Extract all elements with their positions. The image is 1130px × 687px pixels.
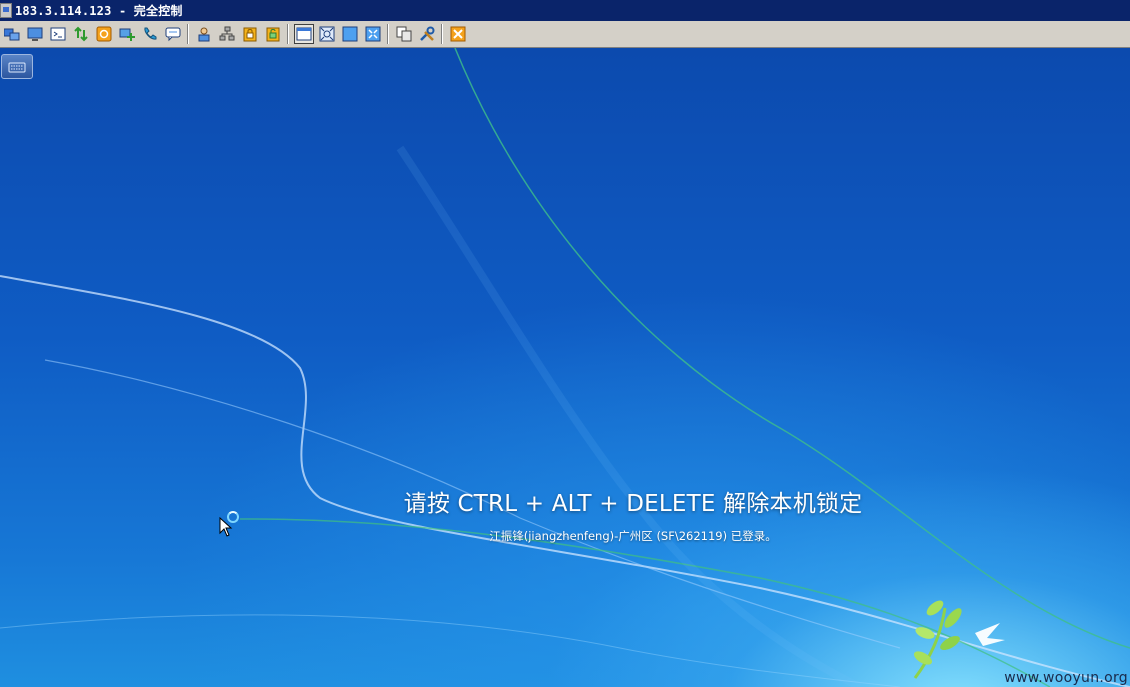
screen-icon[interactable] — [25, 24, 45, 44]
window-title: 183.3.114.123 - 完全控制 — [15, 4, 183, 18]
computers-icon[interactable] — [2, 24, 22, 44]
lock-message: 请按 CTRL + ALT + DELETE 解除本机锁定 — [0, 484, 1130, 518]
title-bar[interactable]: 183.3.114.123 - 完全控制 — [0, 0, 1130, 21]
toolbar-separator — [287, 24, 289, 44]
keyboard-icon — [8, 62, 26, 72]
watermark: www.wooyun.org — [1004, 670, 1128, 686]
copy-icon[interactable] — [394, 24, 414, 44]
power-icon[interactable] — [94, 24, 114, 44]
toolbar-separator — [387, 24, 389, 44]
user-upload-icon[interactable] — [194, 24, 214, 44]
add-remote-icon[interactable] — [117, 24, 137, 44]
bird-branch-logo — [913, 600, 1005, 679]
toolbar-separator — [441, 24, 443, 44]
toolbar — [0, 21, 1130, 48]
network-icon[interactable] — [217, 24, 237, 44]
terminal-icon[interactable] — [48, 24, 68, 44]
lock-icon[interactable] — [240, 24, 260, 44]
toolbar-separator — [187, 24, 189, 44]
lock-subtext: 江振锋(jiangzhenfeng)-广州区 (SF\262119) 已登录。 — [0, 525, 1130, 544]
keyboard-button[interactable] — [1, 54, 33, 79]
lock-subtext-text: 江振锋(jiangzhenfeng)-广州区 (SF\262119) 已登录。 — [489, 529, 777, 543]
settings-tools-icon[interactable] — [417, 24, 437, 44]
mouse-cursor-icon — [219, 517, 233, 537]
fit-screen-icon[interactable] — [317, 24, 337, 44]
chat-icon[interactable] — [163, 24, 183, 44]
window-mode-icon[interactable] — [293, 24, 314, 44]
app-icon[interactable] — [0, 3, 12, 18]
fullscreen-icon[interactable] — [340, 24, 360, 44]
phone-icon[interactable] — [140, 24, 160, 44]
unlock-icon[interactable] — [263, 24, 283, 44]
remote-desktop[interactable]: 请按 CTRL + ALT + DELETE 解除本机锁定 江振锋(jiangz… — [0, 48, 1130, 687]
wallpaper-swooshes — [0, 48, 1130, 687]
file-transfer-icon[interactable] — [71, 24, 91, 44]
lock-message-text: 请按 CTRL + ALT + DELETE 解除本机锁定 — [403, 491, 863, 517]
close-icon[interactable] — [448, 24, 468, 44]
zoom-fit-icon[interactable] — [363, 24, 383, 44]
